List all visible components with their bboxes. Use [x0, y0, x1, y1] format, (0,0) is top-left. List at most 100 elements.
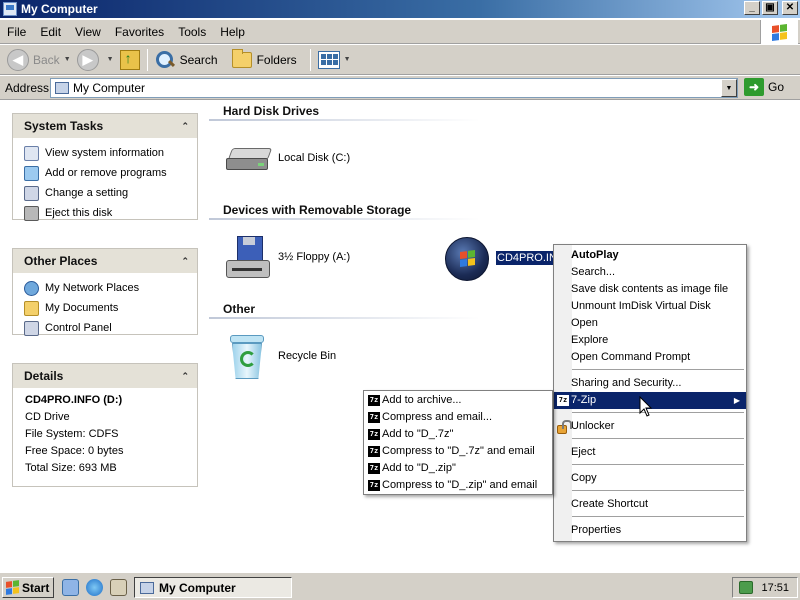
menu-item-open-command-prompt[interactable]: Open Command Prompt [554, 349, 746, 366]
group-removable-storage: Devices with Removable Storage [223, 203, 412, 217]
submenu-label: Add to archive... [382, 394, 462, 406]
menu-item-sharing[interactable]: Sharing and Security... [554, 375, 746, 392]
other-places-panel: Other Places ⌃ My Network Places My Docu… [12, 248, 198, 338]
submenu-add-to-7z[interactable]: 7z Add to "D_.7z" [364, 426, 552, 443]
panel-title: System Tasks [24, 119, 104, 133]
sevenzip-icon: 7z [368, 463, 380, 474]
menu-item-label: Unlocker [571, 420, 615, 432]
submenu-add-to-zip[interactable]: 7z Add to "D_.zip" [364, 460, 552, 477]
place-network[interactable]: My Network Places [24, 278, 197, 298]
clock[interactable]: 17:51 [761, 582, 789, 594]
system-tasks-header[interactable]: System Tasks ⌃ [13, 114, 197, 138]
back-arrow-icon: ◀ [7, 48, 29, 71]
sevenzip-icon: 7z [368, 480, 380, 491]
task-add-remove-programs[interactable]: Add or remove programs [24, 163, 197, 183]
sevenzip-icon: 7z [368, 429, 380, 440]
title-bar[interactable]: My Computer _ ▣ ✕ [0, 0, 800, 18]
task-view-system-info[interactable]: View system information [24, 143, 197, 163]
submenu-label: Compress to "D_.zip" and email [382, 479, 538, 491]
menu-item-label: 7-Zip [571, 394, 597, 406]
menu-file[interactable]: File [0, 25, 33, 39]
internet-explorer-icon[interactable] [86, 579, 103, 596]
menu-separator [572, 490, 744, 491]
folder-up-icon [119, 49, 140, 70]
toolbar: ◀ Back ▼ ▶ ▼ Search Folders ▼ [0, 45, 800, 75]
task-eject-disk[interactable]: Eject this disk [24, 203, 197, 223]
taskbar-button-my-computer[interactable]: My Computer [134, 577, 292, 598]
submenu-add-to-archive[interactable]: 7z Add to archive... [364, 392, 552, 409]
item-label: Recycle Bin [278, 350, 337, 362]
safely-remove-hardware-icon[interactable] [739, 581, 753, 594]
menu-edit[interactable]: Edit [33, 25, 68, 39]
menu-help[interactable]: Help [213, 25, 252, 39]
menu-item-explore[interactable]: Explore [554, 332, 746, 349]
submenu-compress-7z-email[interactable]: 7z Compress to "D_.7z" and email [364, 443, 552, 460]
submenu-label: Compress and email... [382, 411, 493, 423]
forward-arrow-icon: ▶ [76, 48, 99, 71]
menu-item-open[interactable]: Open [554, 315, 746, 332]
my-computer-icon [140, 581, 154, 594]
eject-icon [24, 205, 39, 221]
control-panel-icon [24, 185, 39, 201]
submenu-label: Add to "D_.7z" [382, 428, 454, 440]
views-icon [317, 50, 340, 69]
forward-dropdown-icon[interactable]: ▼ [107, 56, 114, 63]
details-header[interactable]: Details ⌃ [13, 364, 197, 388]
toolbar-separator [146, 48, 148, 71]
sevenzip-icon: 7z [368, 395, 380, 406]
show-desktop-icon[interactable] [62, 579, 79, 596]
other-places-header[interactable]: Other Places ⌃ [13, 249, 197, 273]
address-input[interactable]: My Computer ▼ [50, 78, 738, 98]
start-label: Start [22, 580, 50, 595]
collapse-icon[interactable]: ⌃ [181, 121, 189, 132]
place-my-documents[interactable]: My Documents [24, 298, 197, 318]
views-button[interactable]: ▼ [315, 47, 354, 73]
folders-button[interactable]: Folders [229, 47, 300, 73]
media-player-icon[interactable] [110, 579, 127, 596]
maximize-button[interactable]: ▣ [762, 1, 778, 15]
place-label: My Documents [45, 302, 119, 314]
add-remove-icon [24, 165, 39, 181]
submenu-compress-email[interactable]: 7z Compress and email... [364, 409, 552, 426]
address-dropdown-icon[interactable]: ▼ [721, 79, 737, 97]
mouse-pointer-icon [639, 396, 653, 417]
unlocker-icon [556, 420, 572, 434]
minimize-button[interactable]: _ [744, 1, 760, 15]
item-label: 3½ Floppy (A:) [278, 251, 351, 263]
menu-item-create-shortcut[interactable]: Create Shortcut [554, 496, 746, 513]
submenu-label: Add to "D_.zip" [382, 462, 456, 474]
menu-item-copy[interactable]: Copy [554, 470, 746, 487]
menu-view[interactable]: View [68, 25, 108, 39]
menu-item-unlocker[interactable]: Unlocker [554, 418, 746, 435]
views-dropdown-icon: ▼ [343, 56, 351, 63]
menu-item-properties[interactable]: Properties [554, 522, 746, 539]
forward-button[interactable]: ▶ ▼ [74, 47, 117, 73]
task-pane: System Tasks ⌃ View system information A… [0, 101, 208, 572]
menu-item-search[interactable]: Search... [554, 264, 746, 281]
task-label: Change a setting [45, 187, 129, 199]
menu-item-autoplay[interactable]: AutoPlay [554, 247, 746, 264]
menu-item-save-image[interactable]: Save disk contents as image file [554, 281, 746, 298]
search-button[interactable]: Search [152, 47, 221, 73]
collapse-icon[interactable]: ⌃ [181, 371, 189, 382]
floppy-drive-icon [226, 236, 272, 282]
go-button[interactable]: ➜ Go [744, 78, 784, 96]
collapse-icon[interactable]: ⌃ [181, 256, 189, 267]
submenu-compress-zip-email[interactable]: 7z Compress to "D_.zip" and email [364, 477, 552, 494]
task-change-setting[interactable]: Change a setting [24, 183, 197, 203]
place-control-panel[interactable]: Control Panel [24, 318, 197, 338]
menu-separator [572, 369, 744, 370]
close-button[interactable]: ✕ [782, 1, 798, 15]
back-dropdown-icon[interactable]: ▼ [64, 56, 71, 63]
menu-item-eject[interactable]: Eject [554, 444, 746, 461]
menu-item-unmount[interactable]: Unmount ImDisk Virtual Disk [554, 298, 746, 315]
window-title: My Computer [21, 2, 98, 16]
taskbar: Start My Computer 17:51 [0, 572, 800, 600]
menu-tools[interactable]: Tools [171, 25, 213, 39]
up-button[interactable] [117, 47, 143, 73]
menu-favorites[interactable]: Favorites [108, 25, 171, 39]
start-button[interactable]: Start [2, 577, 54, 598]
network-icon [24, 280, 39, 296]
detail-name: CD4PRO.INFO (D:) [25, 394, 123, 406]
back-button[interactable]: ◀ Back ▼ [4, 47, 74, 73]
